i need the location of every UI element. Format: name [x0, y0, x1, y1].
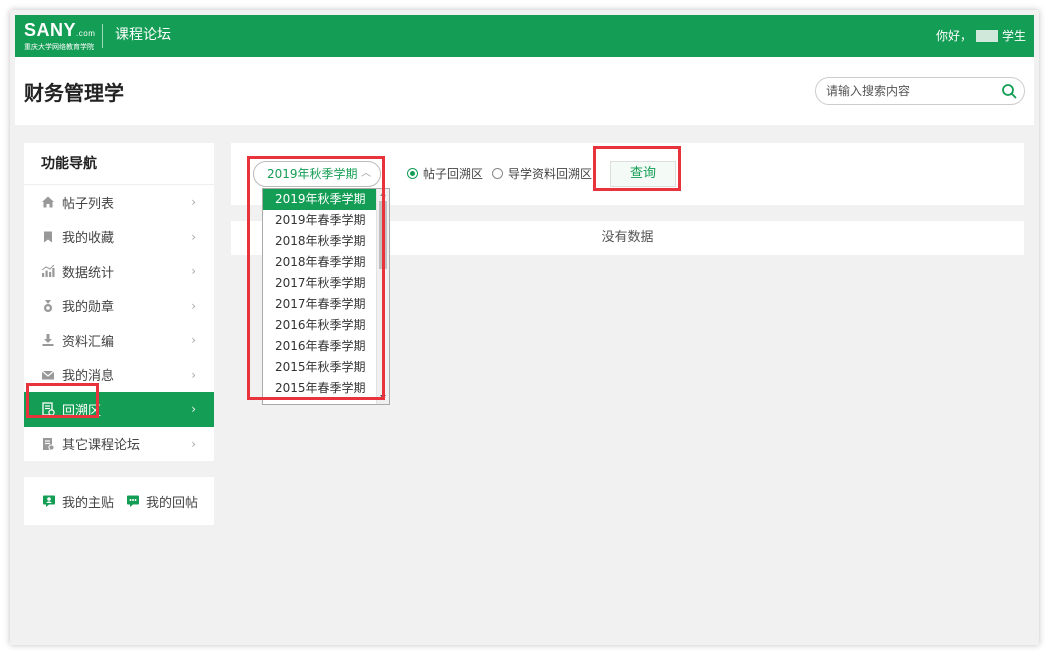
app-window: SANY.com 重庆大学网络教育学院 课程论坛 你好， 学生 财务管理学 功能… [10, 10, 1039, 645]
sidebar-item-label: 数据统计 [62, 265, 115, 281]
dropdown-option[interactable]: 2016年秋季学期 [263, 315, 376, 336]
bookmark-icon [41, 230, 55, 244]
term-dropdown-list[interactable]: 2019年秋季学期 2019年春季学期 2018年秋季学期 2018年春季学期 … [262, 188, 390, 405]
dropdown-option[interactable]: 2019年春季学期 [263, 210, 376, 231]
scroll-down-icon[interactable] [380, 395, 386, 399]
sidebar-item-label: 我的收藏 [62, 231, 115, 247]
sidebar-item-statistics[interactable]: 数据统计 › [24, 254, 214, 289]
download-icon [41, 333, 55, 347]
chevron-right-icon: › [191, 229, 196, 244]
dropdown-option[interactable]: 2015年春季学期 [263, 378, 376, 399]
greeting-text: 你好， [935, 29, 972, 43]
page-header: 财务管理学 [15, 57, 1034, 125]
username-redacted [975, 30, 998, 42]
top-bar: SANY.com 重庆大学网络教育学院 课程论坛 你好， 学生 [15, 15, 1034, 57]
sidebar-title: 功能导航 [24, 143, 214, 185]
page-title: 财务管理学 [24, 81, 124, 105]
scrollbar-thumb[interactable] [379, 201, 387, 269]
chevron-right-icon: › [191, 333, 196, 348]
my-posts-panel: 我的主贴 我的回帖 [24, 477, 214, 525]
sidebar-nav: 功能导航 帖子列表 › 我的收藏 › 数据统计 › 我的勋章 › 资料汇编 › … [24, 143, 214, 461]
dropdown-option[interactable]: 2018年秋季学期 [263, 231, 376, 252]
term-select-value: 2019年秋季学期 [267, 167, 358, 181]
sidebar-item-messages[interactable]: 我的消息 › [24, 358, 214, 393]
chevron-up-icon: ︿ [361, 168, 371, 179]
chevron-right-icon: › [191, 367, 196, 382]
radio-post-archive[interactable]: 帖子回溯区 [407, 165, 483, 182]
sidebar-item-medals[interactable]: 我的勋章 › [24, 289, 214, 324]
search-box[interactable] [815, 77, 1025, 105]
radio-post-archive-label: 帖子回溯区 [423, 167, 484, 181]
sidebar-item-materials[interactable]: 资料汇编 › [24, 323, 214, 358]
my-replies-link[interactable]: 我的回帖 [126, 492, 198, 511]
chevron-right-icon: › [191, 402, 196, 417]
radio-materials-archive-label: 导学资料回溯区 [508, 167, 593, 181]
sidebar-item-post-list[interactable]: 帖子列表 › [24, 185, 214, 220]
dropdown-option-selected[interactable]: 2019年秋季学期 [263, 189, 376, 210]
chevron-right-icon: › [191, 195, 196, 210]
dropdown-option[interactable]: 2017年春季学期 [263, 294, 376, 315]
my-replies-icon [126, 494, 140, 508]
my-posts-link[interactable]: 我的主贴 [42, 492, 114, 511]
chevron-right-icon: › [191, 264, 196, 279]
my-posts-label: 我的主贴 [62, 495, 115, 511]
dropdown-option[interactable]: 2016年春季学期 [263, 336, 376, 357]
query-button[interactable]: 查询 [610, 161, 676, 187]
empty-result-text: 没有数据 [601, 230, 654, 245]
radio-dot-unchecked[interactable] [492, 168, 503, 179]
dropdown-option[interactable]: 2018年春季学期 [263, 252, 376, 273]
sidebar-item-label: 资料汇编 [62, 334, 115, 350]
sidebar-item-favorites[interactable]: 我的收藏 › [24, 220, 214, 255]
archive-icon [41, 402, 55, 416]
logo-com-text: .com [76, 29, 96, 38]
medal-icon [41, 299, 55, 313]
mail-icon [41, 368, 55, 382]
logo-subtitle: 重庆大学网络教育学院 [24, 43, 94, 51]
chevron-right-icon: › [191, 436, 196, 451]
scroll-up-icon[interactable] [380, 192, 386, 196]
sidebar-item-label: 回溯区 [62, 403, 102, 419]
term-select[interactable]: 2019年秋季学期 ︿ [253, 161, 381, 187]
sidebar-item-label: 帖子列表 [62, 196, 115, 212]
my-posts-icon [42, 494, 56, 508]
user-role[interactable]: 学生 [1002, 28, 1026, 44]
sidebar-item-archive[interactable]: 回溯区 › [24, 392, 214, 427]
forum-icon [41, 437, 55, 451]
my-replies-label: 我的回帖 [146, 495, 199, 511]
sidebar-item-other-forums[interactable]: 其它课程论坛 › [24, 427, 214, 462]
user-greeting: 你好， 学生 [936, 28, 1026, 44]
radio-dot-checked[interactable] [407, 168, 418, 179]
forum-title[interactable]: 课程论坛 [115, 25, 171, 45]
search-icon[interactable] [1001, 83, 1017, 99]
sidebar-item-label: 其它课程论坛 [62, 438, 141, 454]
topbar-divider [102, 24, 103, 48]
search-input[interactable] [826, 83, 991, 99]
dropdown-options: 2019年秋季学期 2019年春季学期 2018年秋季学期 2018年春季学期 … [263, 189, 376, 399]
stats-icon [41, 264, 55, 278]
brand-logo[interactable]: SANY.com 重庆大学网络教育学院 [24, 21, 95, 52]
dropdown-scrollbar[interactable] [376, 189, 389, 404]
logo-text: SANY [24, 20, 77, 40]
chevron-right-icon: › [191, 298, 196, 313]
home-icon [41, 195, 55, 209]
sidebar-item-label: 我的消息 [62, 369, 115, 385]
dropdown-option[interactable]: 2017年秋季学期 [263, 273, 376, 294]
radio-materials-archive[interactable]: 导学资料回溯区 [492, 165, 592, 182]
sidebar-item-label: 我的勋章 [62, 300, 115, 316]
dropdown-option[interactable]: 2015年秋季学期 [263, 357, 376, 378]
